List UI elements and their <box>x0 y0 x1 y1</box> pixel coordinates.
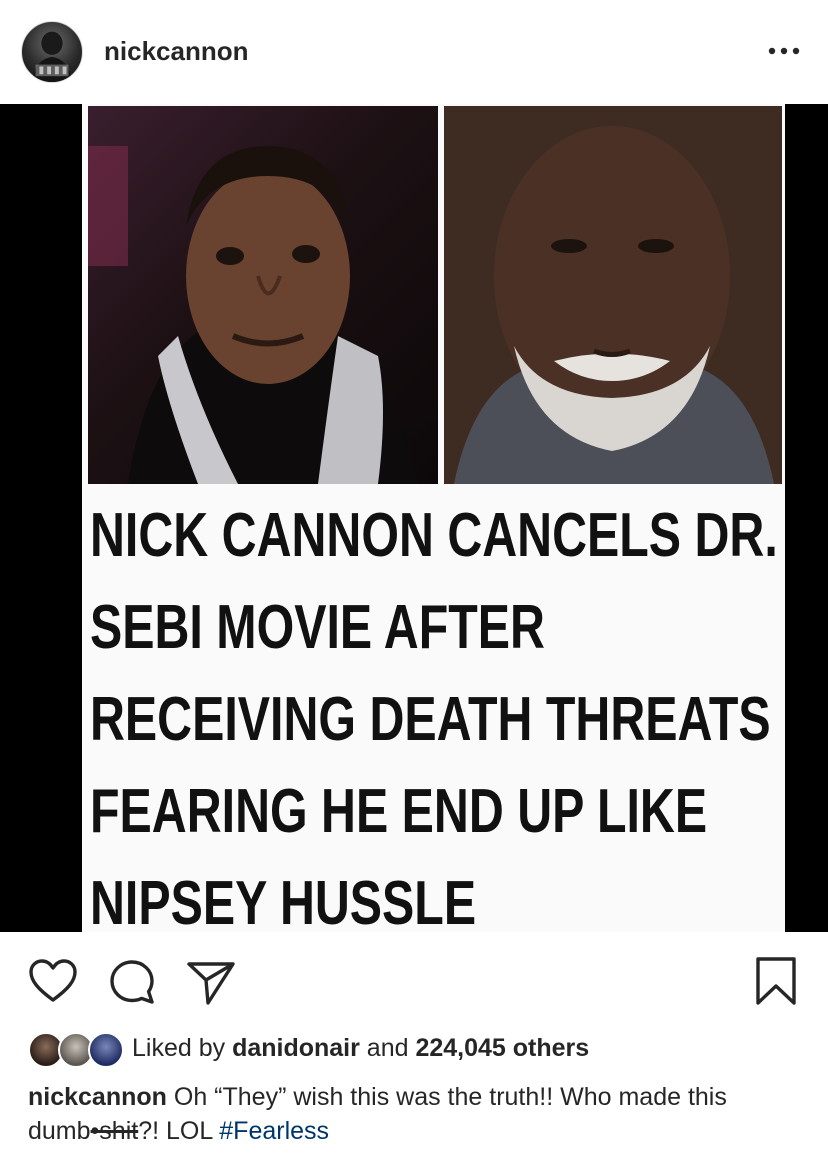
post-caption: nickcannon Oh “They” wish this was the t… <box>28 1080 808 1148</box>
likes-others-count[interactable]: 224,045 others <box>415 1034 589 1062</box>
caption-text-end: ?! LOL <box>138 1117 220 1145</box>
post-actions-bar <box>0 932 828 1022</box>
likes-summary[interactable]: Liked by danidonair and 224,045 others <box>28 1030 808 1070</box>
liked-by-username[interactable]: danidonair <box>232 1034 360 1062</box>
likes-prefix: Liked by <box>132 1034 233 1062</box>
more-horizontal-icon[interactable] <box>766 36 802 66</box>
liker-avatars <box>28 1032 124 1068</box>
post-header: nickcannon <box>0 0 828 104</box>
photo-dr-sebi <box>444 106 782 484</box>
headline-line: FEARING HE END UP LIKE <box>90 777 708 846</box>
avatar <box>88 1032 124 1068</box>
post-username[interactable]: nickcannon <box>104 36 248 67</box>
comment-icon[interactable] <box>108 958 156 1006</box>
direct-share-icon[interactable] <box>186 960 236 1006</box>
headline-line: SEBI MOVIE AFTER <box>90 593 545 662</box>
bookmark-icon[interactable] <box>752 956 800 1006</box>
post-image[interactable]: NICK CANNON CANCELS DR. SEBI MOVIE AFTER… <box>0 104 828 932</box>
meme-graphic: NICK CANNON CANCELS DR. SEBI MOVIE AFTER… <box>82 104 785 932</box>
caption-struck-text: •shit <box>90 1117 139 1145</box>
caption-hashtag[interactable]: #Fearless <box>219 1117 329 1145</box>
likes-connector: and <box>359 1034 416 1062</box>
headline-line: RECEIVING DEATH THREATS <box>90 685 771 754</box>
likes-text: Liked by danidonair and 224,045 others <box>132 1034 589 1063</box>
caption-username[interactable]: nickcannon <box>28 1083 167 1111</box>
photo-nick-cannon <box>88 106 438 484</box>
headline-line: NICK CANNON CANCELS DR. <box>90 501 778 570</box>
headline-line: NIPSEY HUSSLE <box>90 869 477 932</box>
profile-avatar[interactable] <box>21 21 83 83</box>
heart-icon[interactable] <box>28 958 78 1004</box>
profile-photo-graphic <box>31 31 73 82</box>
meme-headline: NICK CANNON CANCELS DR. SEBI MOVIE AFTER… <box>90 490 778 932</box>
